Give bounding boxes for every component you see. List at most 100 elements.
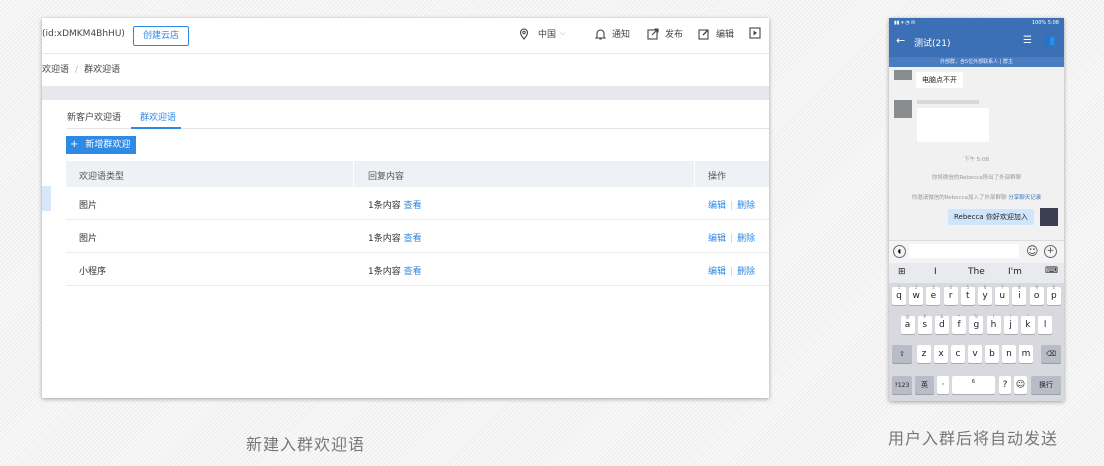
shift-key[interactable]: ⇧ (892, 345, 912, 363)
key-n[interactable]: n (1002, 345, 1016, 363)
edit-link[interactable]: 编辑 (708, 234, 726, 244)
welcome-message-bubble: Rebecca 你好欢迎加入 (948, 209, 1034, 225)
edit-button[interactable]: 编辑 (698, 27, 734, 40)
row-actions: 编辑 | 删除 (708, 267, 756, 277)
members-icon[interactable]: 👥 (1044, 36, 1055, 46)
tab-new-customer-welcome[interactable]: 新客户欢迎语 (67, 110, 121, 123)
key-a[interactable]: @ a (900, 314, 915, 334)
key-hint: 5 (966, 285, 970, 290)
add-group-welcome-button[interactable]: +新增群欢迎语 (66, 136, 136, 168)
key-hint: 1 (897, 285, 901, 290)
key-z[interactable]: z (917, 345, 931, 363)
key-hint: ( (992, 314, 995, 319)
key-i[interactable]: 8i (1012, 285, 1027, 305)
bell-icon (595, 28, 606, 39)
sender-name-blurred (917, 100, 979, 104)
key-m[interactable]: m (1019, 345, 1033, 363)
key-e[interactable]: 3e (926, 285, 941, 305)
key-d[interactable]: & d (934, 314, 949, 334)
key-c[interactable]: c (951, 345, 965, 363)
admin-window: (id:xDMKM4BhHU) 创建云店 中国 ⌵ 通知 发布 编辑 欢迎语 / 群… (42, 18, 769, 398)
region-label: 中国 (538, 30, 557, 40)
play-button[interactable] (749, 27, 767, 39)
key-hint: 4 (949, 285, 952, 290)
key-g[interactable]: % g (969, 314, 984, 334)
content-count: 1条内容 (368, 234, 401, 244)
backspace-key[interactable]: ⌫ (1041, 345, 1061, 363)
enter-key[interactable]: 换行 (1031, 376, 1061, 394)
delete-link[interactable]: 删除 (737, 201, 755, 211)
avatar (1040, 208, 1058, 226)
chat-time: 下午 5:08 (963, 157, 990, 163)
key-y[interactable]: 6y (978, 285, 992, 305)
space-key[interactable]: 6 (952, 376, 995, 394)
key-v[interactable]: v (968, 345, 982, 363)
create-store-button[interactable]: 创建云店 (133, 26, 190, 46)
key-u[interactable]: 7u (995, 285, 1010, 305)
key-b[interactable]: b (985, 345, 999, 363)
suggestion[interactable]: I'm (1008, 267, 1022, 277)
tab-group-welcome[interactable]: 群欢迎语 (140, 110, 176, 123)
key-w[interactable]: 2w (909, 285, 924, 305)
keyboard-hide-icon[interactable]: ⌨ (1045, 266, 1058, 276)
lang-key[interactable]: 英 (915, 376, 934, 394)
welcome-table: 欢迎语类型 回复内容 操作 图片 1条内容 查看 编辑 | 删除 图片 1条内容 查… (66, 161, 769, 286)
key-l[interactable]: l (1038, 316, 1053, 334)
breadcrumb-current: 群欢迎语 (84, 65, 121, 75)
key-hint: 2 (914, 285, 918, 290)
menu-icon[interactable]: ☰ (1023, 35, 1032, 46)
delete-link[interactable]: 删除 (737, 234, 755, 244)
key-f[interactable]: * f (952, 314, 967, 334)
header-type: 欢迎语类型 (79, 172, 125, 182)
region-selector[interactable]: 中国 ⌵ (519, 27, 565, 40)
num-key[interactable]: ?123 (892, 376, 912, 394)
image-message[interactable] (917, 108, 989, 142)
top-bar: (id:xDMKM4BhHU) 创建云店 中国 ⌵ 通知 发布 编辑 (42, 18, 769, 54)
share-history-link[interactable]: 分享聊天记录 (1008, 195, 1041, 201)
message-input[interactable] (909, 244, 1019, 258)
key-k[interactable]: " k (1020, 314, 1035, 334)
view-link[interactable]: 查看 (404, 234, 422, 244)
key-q[interactable]: 1q (892, 285, 906, 305)
edit-label: 编辑 (716, 30, 735, 40)
question-key[interactable]: ? (999, 376, 1011, 394)
tab-active-underline (131, 127, 181, 129)
suggestion[interactable]: I (934, 267, 937, 277)
view-link[interactable]: 查看 (404, 267, 422, 277)
breadcrumb-parent[interactable]: 欢迎语 (42, 65, 69, 75)
delete-link[interactable]: 删除 (737, 267, 755, 277)
caption-left: 新建入群欢迎语 (246, 435, 366, 454)
key-t[interactable]: 5t (960, 285, 975, 305)
table-row: 图片 1条内容 查看 编辑 | 删除 (66, 220, 769, 253)
publish-icon (647, 27, 659, 40)
key-r[interactable]: 4r (943, 285, 958, 305)
suggestion[interactable]: The (968, 267, 985, 277)
key-p[interactable]: 0p (1046, 285, 1061, 305)
publish-label: 发布 (665, 30, 684, 40)
table-row: 小程序 1条内容 查看 编辑 | 删除 (66, 253, 769, 286)
key-o[interactable]: 9o (1029, 285, 1044, 305)
emoji-key[interactable]: ☺ (1014, 376, 1027, 394)
key-hint: 0 (1052, 285, 1056, 290)
apps-grid-icon[interactable]: ⊞ (898, 267, 906, 277)
caption-right: 用户入群后将自动发送 (888, 429, 1059, 448)
key-x[interactable]: x (934, 345, 948, 363)
emoji-icon[interactable]: ☺ (1026, 244, 1039, 258)
back-arrow-icon[interactable]: ← (896, 34, 905, 47)
notify-button[interactable]: 通知 (595, 27, 630, 40)
voice-icon[interactable]: ◖ (893, 245, 906, 258)
plus-circle-icon[interactable]: + (1044, 245, 1057, 258)
key-h[interactable]: (h (986, 314, 1001, 334)
breadcrumb: 欢迎语 / 群欢迎语 (42, 65, 121, 75)
system-message: 你将微信的Rebecca移出了外部群聊 (931, 175, 1022, 181)
edit-link[interactable]: 编辑 (708, 201, 726, 211)
edit-link[interactable]: 编辑 (708, 267, 726, 277)
key-s[interactable]: # s (917, 314, 932, 334)
key-hint: ) (1009, 314, 1012, 319)
key-j[interactable]: ) j (1003, 314, 1018, 334)
row-content: 1条内容 查看 (368, 198, 422, 211)
dot-key[interactable]: · (937, 376, 949, 394)
key-hint: 9 (1035, 285, 1038, 290)
publish-button[interactable]: 发布 (647, 27, 683, 40)
view-link[interactable]: 查看 (404, 201, 422, 211)
